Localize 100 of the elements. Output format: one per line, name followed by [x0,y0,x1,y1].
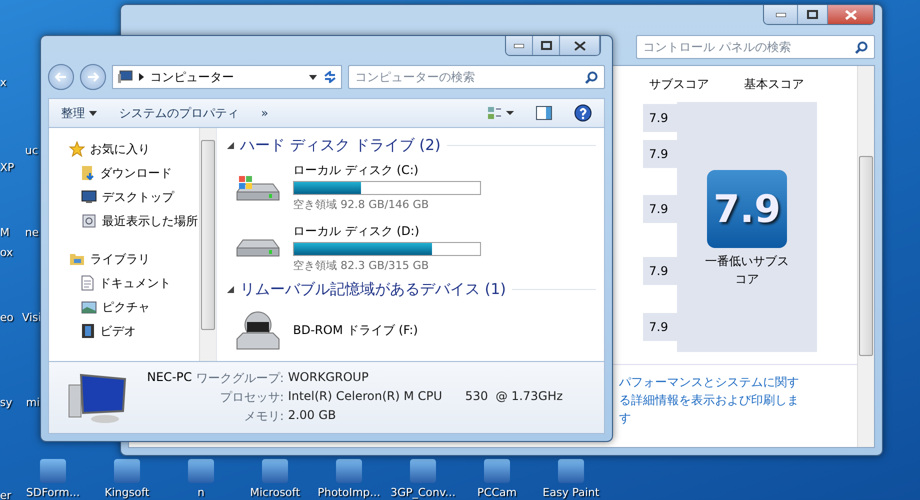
scrollbar-thumb[interactable] [859,156,873,356]
shortcut-icon [262,459,288,483]
desktop-shortcut[interactable]: Kingsoft [90,459,164,500]
desktop-icon-label: sy [0,396,12,409]
maximize-button[interactable] [533,36,560,55]
drive-name: ローカル ディスク (C:) [293,162,420,180]
desktop-icon-label: M [0,226,10,239]
desktop-shortcut[interactable]: 3GP_Conv... [386,459,460,500]
more-button[interactable]: » [261,106,268,120]
shortcut-icon [484,459,510,483]
desktop-icon-label: x [0,76,7,89]
view-options-icon[interactable] [488,106,514,120]
performance-details-link[interactable]: パフォーマンスとシステムに関する詳細情報を表示および印刷します [619,373,801,427]
shortcut-icon [114,459,140,483]
drive-item[interactable]: ローカル ディスク (D:) 空き領域 82.3 GB/315 GB [227,217,596,278]
detail-value: 2.00 GB [288,408,338,424]
desktop-shortcut[interactable]: SDForm... [16,459,90,500]
star-icon [69,141,85,157]
chevron-icon [139,73,144,81]
desktop-icon-label: uc [25,144,38,157]
hard-drive-icon [236,238,280,256]
nav-item[interactable]: デスクトップ [69,186,199,208]
subscore-cell: 7.9 [643,313,677,341]
close-button[interactable] [828,5,874,24]
monitor-icon [81,190,97,204]
places-icon [81,213,97,229]
desktop-shortcut[interactable]: er [0,459,16,500]
preview-pane-icon[interactable] [536,106,552,120]
help-icon[interactable] [574,104,592,122]
forward-arrow-icon [87,72,99,82]
system-properties-button[interactable]: システムのプロパティ [119,104,239,122]
nav-item[interactable]: ダウンロード [69,162,199,184]
minimize-icon [776,12,786,16]
detail-label: ワークグループ: [196,370,284,387]
desktop-icon-label: mi [26,396,40,409]
desktop-shortcut[interactable]: n [164,459,238,500]
picture-icon [81,300,97,314]
caret-icon [89,110,97,116]
maximize-icon [807,10,818,19]
search-field[interactable]: コントロール パネルの検索 [636,35,875,59]
desktop-shortcut[interactable]: PhotoImp... [312,459,386,500]
base-score-caption: 一番低いサブスコア [704,253,790,288]
drive-name: ローカル ディスク (D:) [293,222,420,240]
subscore-cell: 7.9 [643,140,677,168]
refresh-icon [323,71,337,83]
subscore-cell: 7.9 [643,195,677,223]
nav-item[interactable]: ライブラリ [69,248,199,270]
group-heading: ハード ディスク ドライブ (2) [240,136,441,156]
scrollbar-thumb[interactable] [201,140,215,330]
desktop-shortcut[interactable]: Microsoft [238,459,312,500]
desktop-shortcut[interactable]: PCCam [460,459,534,500]
column-header: 基本スコア [743,76,805,92]
minimize-button[interactable] [506,36,533,55]
caret-icon [309,74,317,80]
forward-button[interactable] [80,64,106,90]
desktop-icon-label: XP [0,161,14,174]
desktop-icon-label: ox [0,246,13,259]
close-button[interactable] [560,36,600,55]
shortcut-icon [188,459,214,483]
maximize-icon [540,41,552,50]
breadcrumb[interactable]: コンピューター [150,68,303,86]
desktop-icon-label: Visi [22,311,42,324]
nav-item[interactable]: ピクチャ [69,296,199,318]
search-field[interactable]: コンピューターの検索 [348,65,605,89]
organize-menu[interactable]: 整理 [61,104,97,122]
drive-item[interactable]: ローカル ディスク (C:) 空き領域 92.8 GB/146 GB [227,157,596,218]
maximize-button[interactable] [798,5,828,24]
shortcut-icon [336,459,362,483]
nav-item[interactable]: ビデオ [69,320,199,342]
group-heading: リムーバブル記憶域があるデバイス (1) [240,280,506,299]
nav-item[interactable]: 最近表示した場所 [69,210,199,232]
minimize-button[interactable] [764,5,798,24]
nav-item[interactable]: ドキュメント [69,272,199,294]
close-icon [844,10,856,20]
address-bar[interactable]: コンピューター [112,65,342,89]
folder-icon [81,165,95,181]
back-button[interactable] [48,64,74,90]
back-arrow-icon [55,72,67,82]
detail-label: メモリ: [242,408,284,425]
desktop-shortcut[interactable]: Easy Paint [534,459,608,500]
score-badge: 7.9 [707,170,787,248]
minimize-icon [514,44,524,48]
drive-item[interactable]: BD-ROM ドライブ (F:) [227,300,596,361]
free-space-text: 空き領域 82.3 GB/315 GB [293,258,430,272]
detail-value: Intel(R) Celeron(R) M CPU 530 @ 1.73GHz [288,389,563,405]
collapse-toggle-icon[interactable] [227,142,234,150]
free-space-text: 空き領域 92.8 GB/146 GB [293,197,430,212]
detail-label: プロセッサ: [218,389,284,406]
shortcut-icon [410,459,436,483]
nav-item[interactable]: お気に入り [69,138,199,160]
document-icon [81,275,94,291]
computer-name: NEC-PC [147,370,192,386]
desktop-icon-label: eo [0,311,14,324]
collapse-toggle-icon[interactable] [227,286,234,293]
subscore-cell: 7.9 [643,104,677,132]
column-header: サブスコア [648,76,710,92]
film-icon [81,323,95,339]
search-icon [585,70,598,84]
folder-icon [69,252,85,266]
subscore-cell: 7.9 [643,257,677,285]
